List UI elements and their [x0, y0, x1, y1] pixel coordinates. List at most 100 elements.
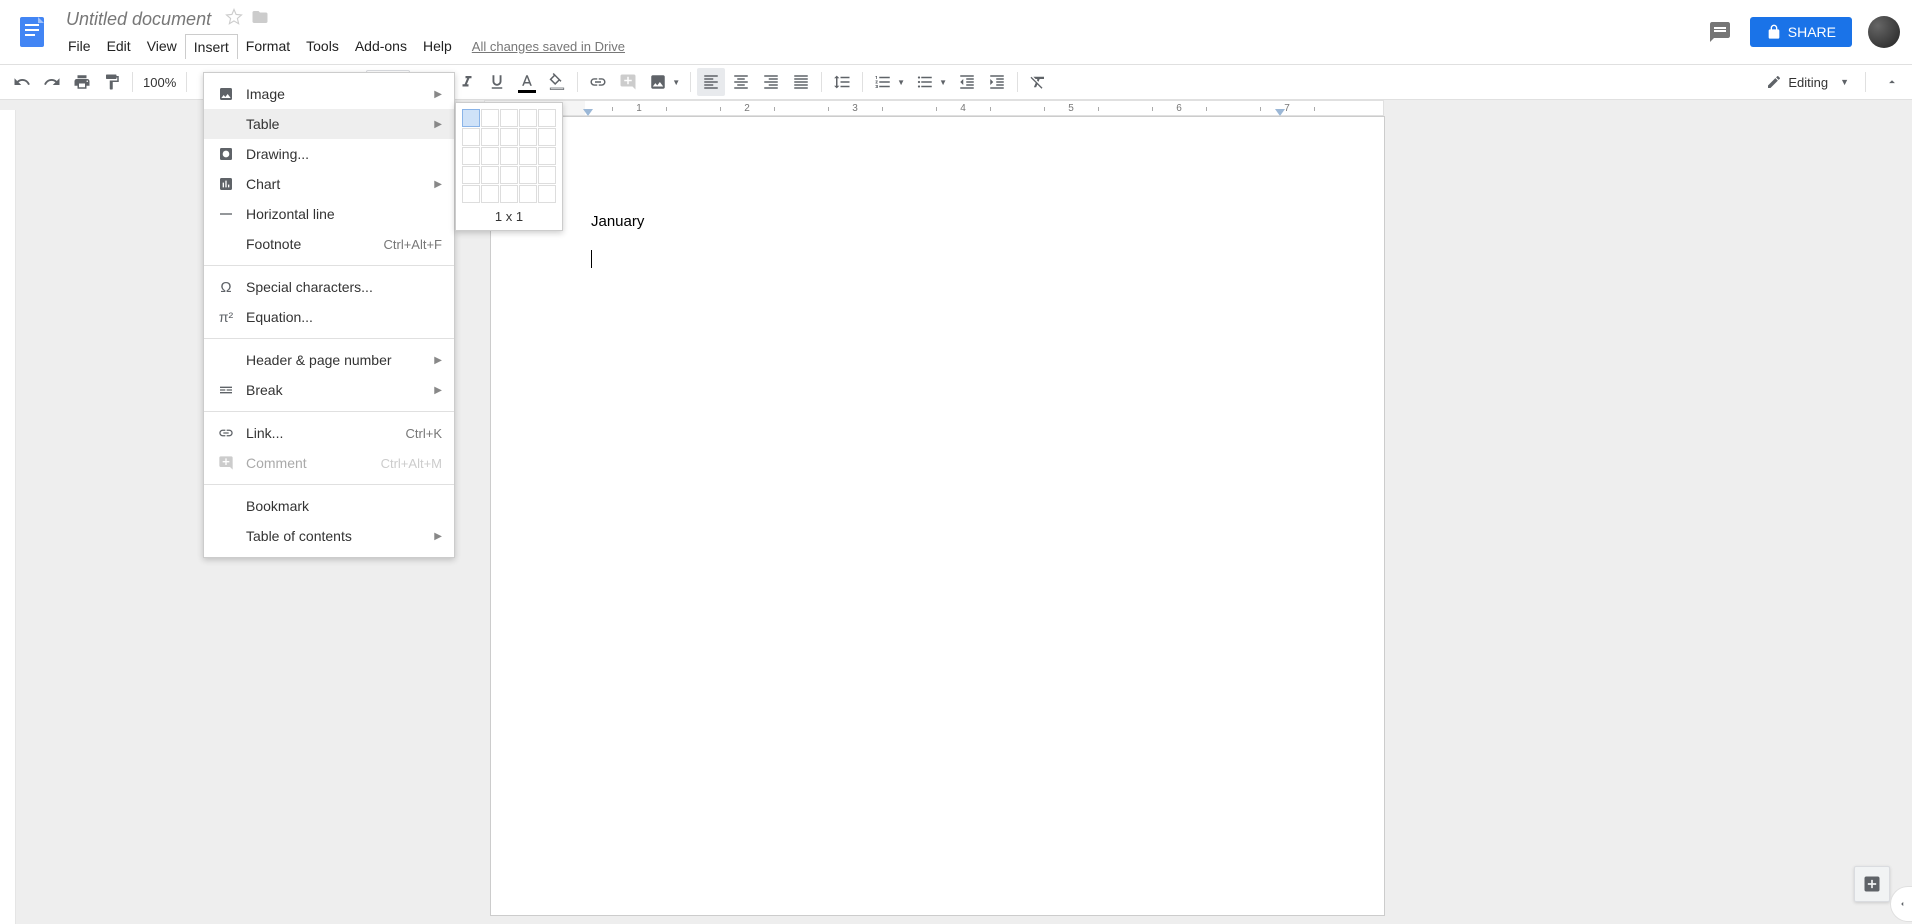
table-grid-cell[interactable] [481, 147, 499, 165]
side-panel-expand-button[interactable] [1890, 886, 1912, 922]
table-grid-cell[interactable] [500, 109, 518, 127]
zoom-selector[interactable]: 100% [139, 75, 180, 90]
align-left-button[interactable] [697, 68, 725, 96]
table-grid-cell[interactable] [500, 185, 518, 203]
table-grid-cell[interactable] [500, 166, 518, 184]
vertical-ruler[interactable] [0, 110, 16, 924]
table-grid-cell[interactable] [519, 166, 537, 184]
image-dropdown-icon[interactable]: ▼ [672, 78, 684, 87]
bulleted-list-dropdown-icon[interactable]: ▼ [939, 78, 951, 87]
menu-item-bookmark[interactable]: Bookmark [204, 491, 454, 521]
menu-file[interactable]: File [60, 34, 99, 58]
title-area: Untitled document File Edit View Insert … [60, 5, 625, 59]
menu-help[interactable]: Help [415, 34, 460, 58]
line-spacing-button[interactable] [828, 68, 856, 96]
star-icon[interactable] [225, 8, 243, 31]
clear-formatting-button[interactable] [1024, 68, 1052, 96]
left-indent-marker-icon[interactable] [583, 109, 593, 116]
italic-button[interactable] [453, 68, 481, 96]
align-justify-button[interactable] [787, 68, 815, 96]
document-page[interactable]: January [490, 116, 1385, 916]
collapse-toolbar-button[interactable] [1880, 75, 1904, 89]
menu-addons[interactable]: Add-ons [347, 34, 415, 58]
menu-item-toc[interactable]: Table of contents ▶ [204, 521, 454, 551]
menu-item-special-chars[interactable]: Ω Special characters... [204, 272, 454, 302]
menu-item-link[interactable]: Link... Ctrl+K [204, 418, 454, 448]
submenu-arrow-icon: ▶ [434, 355, 442, 366]
account-avatar[interactable] [1868, 16, 1900, 48]
undo-button[interactable] [8, 68, 36, 96]
table-grid-cell[interactable] [519, 147, 537, 165]
table-grid-cell[interactable] [538, 128, 556, 146]
menu-item-equation[interactable]: π² Equation... [204, 302, 454, 332]
document-title[interactable]: Untitled document [60, 7, 217, 32]
print-button[interactable] [68, 68, 96, 96]
table-grid-cell[interactable] [462, 128, 480, 146]
menu-item-table[interactable]: Table ▶ [204, 109, 454, 139]
table-grid-cell[interactable] [462, 166, 480, 184]
table-grid-cell[interactable] [462, 147, 480, 165]
align-center-button[interactable] [727, 68, 755, 96]
table-grid-cell[interactable] [462, 185, 480, 203]
submenu-arrow-icon: ▶ [434, 531, 442, 542]
table-grid-cell[interactable] [500, 147, 518, 165]
insert-comment-button[interactable] [614, 68, 642, 96]
table-grid-cell[interactable] [538, 147, 556, 165]
insert-image-button[interactable] [644, 68, 672, 96]
table-grid-cell[interactable] [538, 185, 556, 203]
menu-item-footnote[interactable]: Footnote Ctrl+Alt+F [204, 229, 454, 259]
menu-label: Image [246, 86, 434, 102]
menu-item-horizontal-line[interactable]: Horizontal line [204, 199, 454, 229]
align-right-button[interactable] [757, 68, 785, 96]
table-size-grid[interactable] [462, 109, 556, 203]
menu-edit[interactable]: Edit [99, 34, 139, 58]
table-grid-cell[interactable] [538, 109, 556, 127]
menu-format[interactable]: Format [238, 34, 298, 58]
table-grid-cell[interactable] [519, 185, 537, 203]
menu-item-drawing[interactable]: Drawing... [204, 139, 454, 169]
table-grid-cell[interactable] [500, 128, 518, 146]
bulleted-list-button[interactable] [911, 68, 939, 96]
comments-button[interactable] [1706, 18, 1734, 46]
decrease-indent-button[interactable] [953, 68, 981, 96]
table-grid-cell[interactable] [462, 109, 480, 127]
ruler-tick-label: 6 [1176, 103, 1182, 114]
share-button[interactable]: SHARE [1750, 17, 1852, 47]
menu-item-image[interactable]: Image ▶ [204, 79, 454, 109]
table-grid-cell[interactable] [481, 128, 499, 146]
menu-item-chart[interactable]: Chart ▶ [204, 169, 454, 199]
table-grid-cell[interactable] [519, 128, 537, 146]
numbered-list-dropdown-icon[interactable]: ▼ [897, 78, 909, 87]
menu-item-header-page[interactable]: Header & page number ▶ [204, 345, 454, 375]
move-folder-icon[interactable] [251, 8, 269, 31]
table-grid-cell[interactable] [481, 185, 499, 203]
docs-logo-icon[interactable] [12, 12, 52, 52]
menu-view[interactable]: View [139, 34, 185, 58]
ruler-tick-label: 4 [960, 103, 966, 114]
document-text[interactable]: January [591, 213, 1284, 230]
paint-format-button[interactable] [98, 68, 126, 96]
menu-tools[interactable]: Tools [298, 34, 347, 58]
editing-mode-selector[interactable]: Editing ▼ [1756, 70, 1859, 94]
right-indent-marker-icon[interactable] [1275, 109, 1285, 116]
share-label: SHARE [1788, 24, 1836, 40]
highlight-color-button[interactable] [543, 68, 571, 96]
table-grid-cell[interactable] [481, 166, 499, 184]
table-grid-cell[interactable] [538, 166, 556, 184]
ruler-tick-label: 2 [744, 103, 750, 114]
underline-button[interactable] [483, 68, 511, 96]
numbered-list-button[interactable] [869, 68, 897, 96]
table-grid-cell[interactable] [481, 109, 499, 127]
table-grid-cell[interactable] [519, 109, 537, 127]
redo-button[interactable] [38, 68, 66, 96]
menu-label: Comment [246, 455, 381, 471]
drawing-icon [216, 146, 236, 162]
text-color-button[interactable] [513, 68, 541, 96]
increase-indent-button[interactable] [983, 68, 1011, 96]
save-status[interactable]: All changes saved in Drive [472, 39, 625, 54]
insert-link-button[interactable] [584, 68, 612, 96]
menu-insert[interactable]: Insert [185, 34, 238, 59]
menu-label: Special characters... [246, 279, 442, 295]
explore-button[interactable] [1854, 866, 1890, 902]
menu-item-break[interactable]: Break ▶ [204, 375, 454, 405]
